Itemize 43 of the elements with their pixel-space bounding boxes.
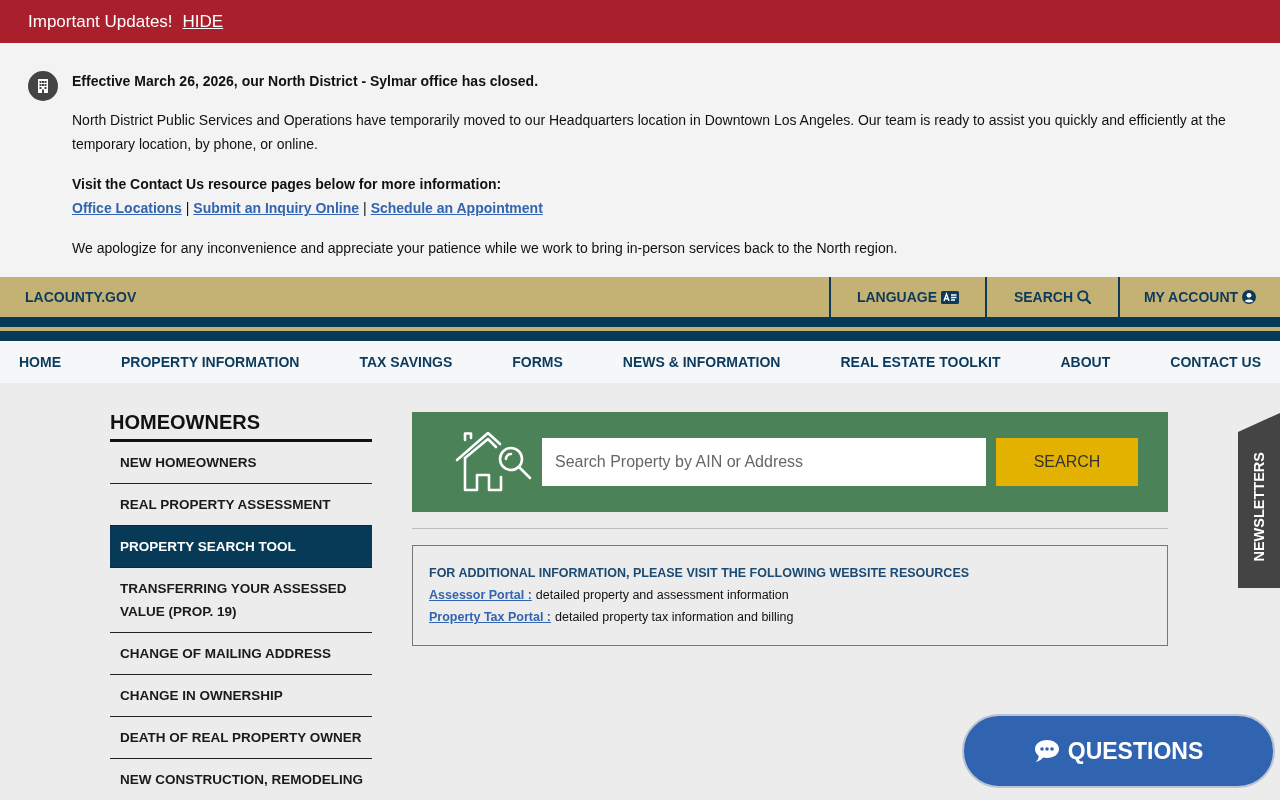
alert-title: Important Updates! [28, 11, 173, 32]
nav-link[interactable]: FORMS [512, 354, 563, 370]
contact-link[interactable]: Office Locations [72, 196, 182, 220]
link-separator: | [185, 199, 190, 218]
nav-link[interactable]: REAL ESTATE TOOLKIT [840, 354, 1001, 370]
user-icon [1242, 290, 1257, 304]
notice-paragraph: North District Public Services and Operations have temporarily moved to our Headquarters location in Downtown Los Angeles. Our team is ready to assist you quickly and efficiently at the temporary location, by phone, or online. [72, 111, 1227, 154]
apology-text: We apologize for any inconvenience and appreciate your patience while we work to bring in-person services back to the North region. [72, 239, 899, 258]
hide-link[interactable]: HIDE [182, 11, 224, 32]
site-link[interactable]: LACOUNTY.GOV [0, 277, 829, 317]
newsletter-tab[interactable]: NEWSLETTERS [1238, 413, 1280, 588]
nav-link[interactable]: ABOUT [1060, 354, 1111, 370]
questions-button[interactable]: QUESTIONS [962, 714, 1275, 788]
nav-link[interactable]: CONTACT US [1170, 354, 1261, 370]
nav-link[interactable]: NEWS & INFORMATION [622, 354, 781, 370]
notice-heading: Effective March 26, 2026, our North District - Sylmar office has closed. [72, 72, 540, 91]
links-intro: Visit the Contact Us resource pages below for more information: [72, 175, 503, 194]
sidebar-item[interactable]: NEW CONSTRUCTION, REMODELING [110, 759, 372, 800]
resource-description: detailed property tax information and billing [555, 609, 794, 626]
sidebar-item[interactable]: TRANSFERRING YOUR ASSESSED VALUE (PROP. 19) [110, 568, 372, 633]
sidebar-item[interactable]: CHANGE OF MAILING ADDRESS [110, 633, 372, 675]
contact-link[interactable]: Schedule an Appointment [370, 196, 543, 220]
nav-link[interactable]: HOME [19, 354, 61, 370]
sidebar-item[interactable]: PROPERTY SEARCH TOOL [110, 526, 372, 568]
sidebar-title: HOMEOWNERS [110, 410, 372, 442]
house-search-icon [455, 431, 533, 493]
building-icon [28, 71, 58, 101]
contact-link[interactable]: Submit an Inquiry Online [193, 196, 359, 220]
search-icon [1077, 290, 1092, 304]
nav-link[interactable]: PROPERTY INFORMATION [121, 354, 300, 370]
resource-link[interactable]: Property Tax Portal : [429, 606, 552, 628]
link-separator: | [363, 199, 367, 218]
sidebar-item[interactable]: CHANGE IN OWNERSHIP [110, 675, 372, 717]
resource-link[interactable]: Assessor Portal : [429, 584, 532, 606]
id-card-icon [941, 290, 960, 304]
search-field[interactable]: Search Property by AIN or Address [542, 438, 986, 486]
chat-icon [1033, 739, 1060, 763]
nav-link[interactable]: TAX SAVINGS [359, 354, 453, 370]
resource-description: detailed property and assessment information [535, 587, 789, 604]
sidebar-item[interactable]: DEATH OF REAL PROPERTY OWNER [110, 717, 372, 759]
sidebar-item[interactable]: NEW HOMEOWNERS [110, 442, 372, 484]
resources-heading: FOR ADDITIONAL INFORMATION, PLEASE VISIT THE FOLLOWING WEBSITE RESOURCES [429, 565, 971, 582]
search-button[interactable]: SEARCH [996, 438, 1138, 486]
